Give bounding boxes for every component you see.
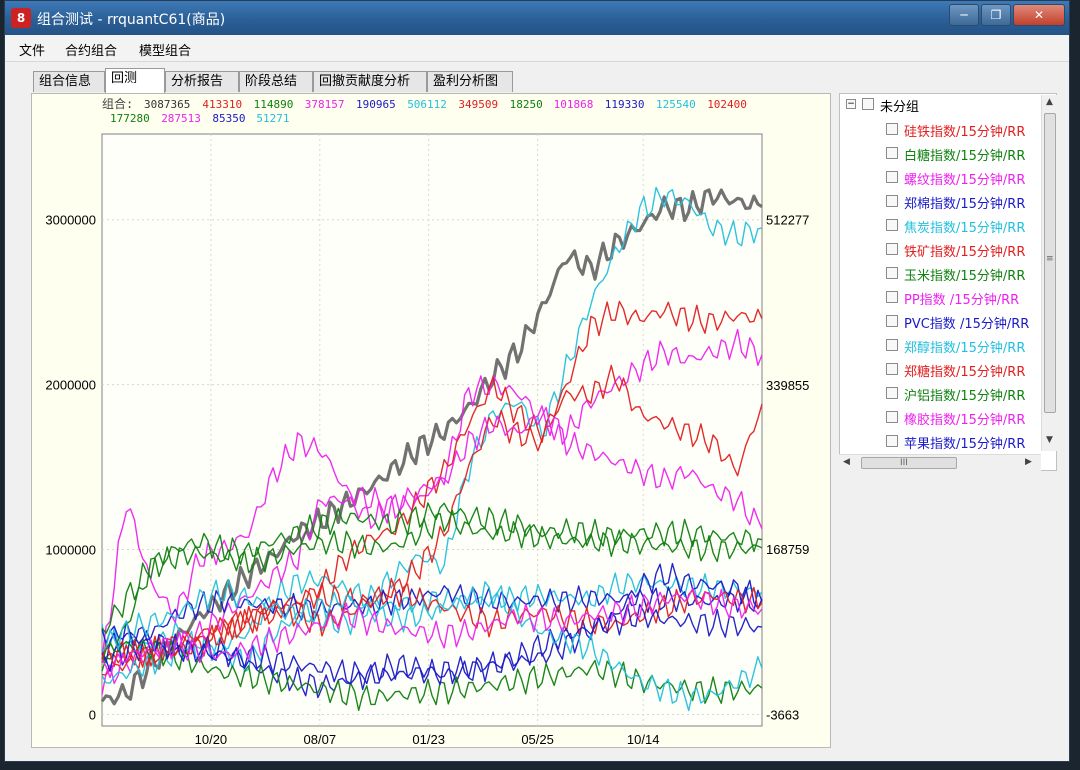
tab-portfolio-info[interactable]: 组合信息	[33, 71, 105, 92]
menu-bar: 文件 合约组合 模型组合	[5, 35, 1069, 62]
tree-item-label: 焦炭指数/15分钟/RR	[904, 221, 1026, 236]
legend-entry: 349509	[458, 98, 498, 111]
tree-item-label: 铁矿指数/15分钟/RR	[904, 245, 1026, 260]
legend-label: 组合:	[102, 96, 133, 111]
horizontal-scroll-thumb[interactable]: III	[861, 457, 957, 469]
y-tick-label-right: 339855	[766, 378, 809, 393]
tree-item-label: 郑糖指数/15分钟/RR	[904, 365, 1026, 380]
item-checkbox[interactable]	[886, 291, 898, 303]
menu-file[interactable]: 文件	[19, 40, 45, 59]
item-checkbox[interactable]	[886, 411, 898, 423]
item-checkbox[interactable]	[886, 171, 898, 183]
tree-vertical-scrollbar[interactable]: ▲ ≡ ▼	[1041, 95, 1058, 451]
maximize-button[interactable]: ❐	[981, 4, 1011, 26]
minimize-icon: ─	[960, 8, 968, 22]
tree-item-label: PVC指数 /15分钟/RR	[904, 317, 1030, 332]
y-tick-label-left: 0	[89, 707, 96, 722]
legend-entry: 18250	[510, 98, 543, 111]
scroll-right-icon[interactable]: ▶	[1025, 457, 1032, 467]
legend-entry: 114890	[254, 98, 294, 111]
item-checkbox[interactable]	[886, 123, 898, 135]
y-tick-label-right: 512277	[766, 213, 809, 228]
close-icon: ✕	[1033, 8, 1045, 22]
tree-item-label: PP指数 /15分钟/RR	[904, 293, 1020, 308]
minimize-button[interactable]: ─	[949, 4, 979, 26]
legend-entry: 506112	[407, 98, 447, 111]
app-window: 8 组合测试 - rrquantC61(商品) ─ ❐ ✕ 文件 合约组合 模型…	[4, 0, 1070, 762]
grip-icon: III	[900, 458, 908, 468]
root-checkbox[interactable]	[862, 98, 874, 110]
x-tick-label: 01/23	[412, 732, 445, 747]
legend-entry: 287513	[161, 112, 201, 125]
legend-entry: 177280	[110, 112, 150, 125]
legend-entry: 413310	[202, 98, 242, 111]
vertical-scroll-thumb[interactable]: ≡	[1044, 113, 1056, 413]
scroll-left-icon[interactable]: ◀	[843, 457, 850, 467]
tree-item-label: 郑棉指数/15分钟/RR	[904, 197, 1026, 212]
legend-entry: 51271	[256, 112, 289, 125]
legend-entry: 102400	[707, 98, 747, 111]
window-title: 组合测试 - rrquantC61(商品)	[37, 12, 226, 28]
item-checkbox[interactable]	[886, 243, 898, 255]
tree-item-label: 郑醇指数/15分钟/RR	[904, 341, 1026, 356]
x-tick-label: 08/07	[304, 732, 337, 747]
chart-panel: 3000000 2000000 1000000 0 512277 339855 168759…	[31, 93, 831, 748]
x-tick-label: 10/20	[195, 732, 228, 747]
collapse-icon[interactable]: −	[846, 99, 856, 109]
item-checkbox[interactable]	[886, 267, 898, 279]
item-checkbox[interactable]	[886, 387, 898, 399]
legend-entry: 190965	[356, 98, 396, 111]
tree-item-label: 沪铝指数/15分钟/RR	[904, 389, 1026, 404]
app-logo-icon: 8	[11, 8, 31, 28]
legend-entry: 85350	[212, 112, 245, 125]
tree-item-label: 白糖指数/15分钟/RR	[904, 149, 1026, 164]
tree-item-label: 硅铁指数/15分钟/RR	[904, 125, 1026, 140]
y-tick-label-left: 1000000	[45, 543, 96, 558]
tab-profit-chart[interactable]: 盈利分析图	[427, 71, 513, 92]
item-checkbox[interactable]	[886, 363, 898, 375]
item-checkbox[interactable]	[886, 219, 898, 231]
item-checkbox[interactable]	[886, 195, 898, 207]
tree-item-label: 苹果指数/15分钟/RR	[904, 437, 1026, 452]
tree-root-label: 未分组	[880, 100, 920, 115]
x-tick-label: 10/14	[627, 732, 660, 747]
title-bar[interactable]: 8 组合测试 - rrquantC61(商品) ─ ❐ ✕	[5, 1, 1069, 35]
tree-item-label: 玉米指数/15分钟/RR	[904, 269, 1026, 284]
legend-entry: 119330	[605, 98, 645, 111]
y-tick-label-right: -3663	[766, 707, 799, 722]
tab-drawdown-contribution[interactable]: 回撤贡献度分析	[313, 71, 427, 92]
maximize-icon: ❐	[990, 8, 1002, 22]
scroll-down-icon[interactable]: ▼	[1046, 435, 1053, 445]
legend-entry: 378157	[305, 98, 345, 111]
legend-entry: 101868	[554, 98, 594, 111]
tree-item-label: 螺纹指数/15分钟/RR	[904, 173, 1026, 188]
legend-entry: 3087365	[144, 98, 190, 111]
tab-backtest[interactable]: 回测	[105, 68, 165, 93]
strategy-tree: − 未分组 硅铁指数/15分钟/RR 白糖指数/15分钟/RR 螺纹指数/15分钟/…	[839, 93, 1057, 471]
item-checkbox[interactable]	[886, 147, 898, 159]
tab-stage-summary[interactable]: 阶段总结	[239, 71, 313, 92]
grip-icon: ≡	[1046, 254, 1054, 264]
menu-model-group[interactable]: 模型组合	[139, 40, 191, 59]
tree-item-label: 橡胶指数/15分钟/RR	[904, 413, 1026, 428]
item-checkbox[interactable]	[886, 339, 898, 351]
y-tick-label-left: 2000000	[45, 378, 96, 393]
menu-contract-group[interactable]: 合约组合	[65, 40, 117, 59]
close-button[interactable]: ✕	[1013, 4, 1065, 26]
x-tick-label: 05/25	[521, 732, 554, 747]
tab-analysis-report[interactable]: 分析报告	[165, 71, 239, 92]
y-tick-label-right: 168759	[766, 542, 809, 557]
legend-entry: 125540	[656, 98, 696, 111]
item-checkbox[interactable]	[886, 315, 898, 327]
equity-chart: 3000000 2000000 1000000 0 512277 339855 168759…	[45, 96, 809, 747]
y-tick-label-left: 3000000	[45, 213, 96, 228]
tree-horizontal-scrollbar[interactable]: ◀ III ▶	[839, 454, 1041, 471]
item-checkbox[interactable]	[886, 435, 898, 447]
scroll-up-icon[interactable]: ▲	[1046, 97, 1053, 107]
